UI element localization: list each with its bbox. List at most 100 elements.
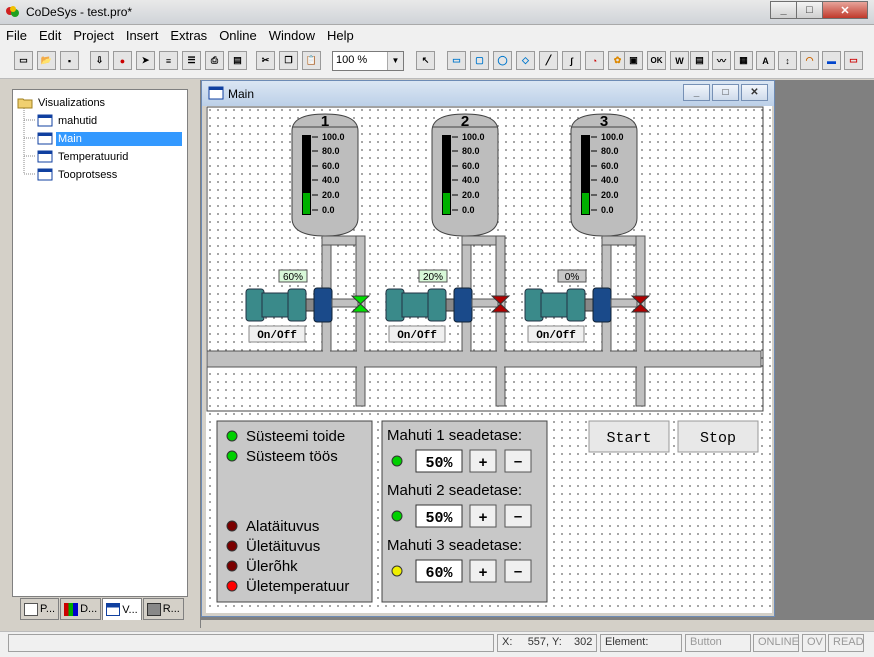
zoom-select[interactable]: 100 % ▼ bbox=[332, 51, 404, 71]
tab-resources[interactable]: R... bbox=[142, 598, 184, 620]
paste-icon[interactable]: 📋 bbox=[302, 51, 321, 70]
polyline-tool-icon[interactable]: ╱ bbox=[539, 51, 558, 70]
tree-item-tooprotsess[interactable]: Tooprotsess bbox=[37, 166, 119, 183]
menu-file[interactable]: File bbox=[0, 28, 33, 43]
menu-edit[interactable]: Edit bbox=[33, 28, 67, 43]
menu-extras[interactable]: Extras bbox=[164, 28, 213, 43]
close-button[interactable]: ✕ bbox=[822, 1, 868, 19]
run-icon[interactable]: ➤ bbox=[136, 51, 155, 70]
alarm-overfill-label: Ületäituvus bbox=[246, 537, 320, 555]
tank-2-scale-40: 40.0 bbox=[462, 175, 480, 185]
menu-window[interactable]: Window bbox=[263, 28, 321, 43]
pump-3[interactable]: 0% On/Off bbox=[524, 269, 638, 343]
tank-1-number: 1 bbox=[321, 113, 329, 130]
cursor-position: X: 557, Y: 302 bbox=[497, 634, 597, 652]
tank-2-number: 2 bbox=[461, 113, 469, 130]
tank-2-scale-20: 20.0 bbox=[462, 190, 480, 200]
login-icon[interactable]: ⇩ bbox=[90, 51, 109, 70]
copy-icon[interactable]: ❐ bbox=[279, 51, 298, 70]
window-title: CoDeSys - test.pro* bbox=[26, 5, 133, 19]
tank-1-scale-80: 80.0 bbox=[322, 146, 340, 156]
polygon-tool-icon[interactable]: ◇ bbox=[516, 51, 535, 70]
visualization-icon bbox=[37, 132, 53, 145]
minimize-button[interactable]: _ bbox=[770, 1, 797, 19]
visualization-icon bbox=[37, 168, 53, 181]
tab-pous[interactable]: P... bbox=[20, 598, 60, 620]
grid-tool-icon[interactable]: ▦ bbox=[734, 51, 753, 70]
new-file-icon[interactable]: ▭ bbox=[14, 51, 33, 70]
trend-tool-icon[interactable]: 〰 bbox=[712, 51, 731, 70]
curve-tool-icon[interactable]: ∫ bbox=[562, 51, 581, 70]
menu-insert[interactable]: Insert bbox=[120, 28, 165, 43]
tank-1-drop-pipe bbox=[355, 235, 366, 407]
cut-icon[interactable]: ✂ bbox=[256, 51, 275, 70]
zoom-value: 100 % bbox=[336, 54, 368, 66]
minus-label: – bbox=[514, 508, 522, 525]
library-icon[interactable]: ▤ bbox=[228, 51, 247, 70]
status-bar: X: 557, Y: 302 Element: Button ONLINE OV… bbox=[0, 631, 874, 657]
histogram-tool-icon[interactable]: ▭ bbox=[844, 51, 863, 70]
pump-3-speed: 0% bbox=[565, 272, 580, 283]
pump-1-onoff-label: On/Off bbox=[257, 330, 297, 342]
pump-1[interactable]: 60% On/Off bbox=[245, 269, 359, 343]
pump-2[interactable]: 20% On/Off bbox=[385, 269, 499, 343]
folder-icon bbox=[17, 96, 33, 109]
child-minimize-button[interactable]: _ bbox=[683, 84, 710, 101]
pie-tool-icon[interactable]: ◔ bbox=[585, 51, 604, 70]
toolbar: ▭ 📂 ▪ ⇩ ● ➤ ≡ ☰ ⎙ ▤ ✂ ❐ 📋 100 % ▼ ↖ ▭ ▢ ◯… bbox=[0, 45, 874, 79]
visualization-tool-icon[interactable]: ▣ bbox=[624, 51, 643, 70]
rounded-rect-tool-icon[interactable]: ▢ bbox=[470, 51, 489, 70]
plus-label: + bbox=[479, 454, 488, 471]
select-arrow-icon[interactable]: ↖ bbox=[416, 51, 435, 70]
visualization-icon bbox=[208, 86, 224, 100]
bar-display-icon[interactable]: ▬ bbox=[822, 51, 841, 70]
menu-project[interactable]: Project bbox=[67, 28, 119, 43]
save-icon[interactable]: ▪ bbox=[60, 51, 79, 70]
y-label: Y: bbox=[551, 636, 562, 648]
setpoint-2-label: Mahuti 2 seadetase: bbox=[387, 482, 522, 499]
stop-button-label: Stop bbox=[700, 430, 736, 447]
plus-label: + bbox=[479, 564, 488, 581]
menu-help[interactable]: Help bbox=[321, 28, 360, 43]
rectangle-tool-icon[interactable]: ▭ bbox=[447, 51, 466, 70]
tank-2-drop-pipe bbox=[495, 235, 506, 407]
menu-online[interactable]: Online bbox=[213, 28, 263, 43]
tab-visualizations[interactable]: V... bbox=[102, 598, 142, 620]
breakpoint-icon[interactable]: ☰ bbox=[182, 51, 201, 70]
pou-icon bbox=[24, 602, 38, 616]
print-icon[interactable]: ⎙ bbox=[205, 51, 224, 70]
maximize-button[interactable]: □ bbox=[796, 1, 823, 19]
tank-3-scale-60: 60.0 bbox=[601, 161, 619, 171]
child-window-title: Main bbox=[228, 87, 255, 101]
meter-tool-icon[interactable]: ◠ bbox=[800, 51, 819, 70]
tank-2-scale-60: 60.0 bbox=[462, 161, 480, 171]
child-maximize-button[interactable]: □ bbox=[712, 84, 739, 101]
button-tool-icon[interactable]: OK bbox=[647, 51, 666, 70]
data-types-icon bbox=[64, 602, 79, 616]
visualization-icon bbox=[37, 114, 53, 127]
tree-root-visualizations[interactable]: Visualizations bbox=[17, 94, 107, 111]
tree-root-label: Visualizations bbox=[38, 96, 106, 109]
ellipse-tool-icon[interactable]: ◯ bbox=[493, 51, 512, 70]
step-icon[interactable]: ≡ bbox=[159, 51, 178, 70]
tab-data-types[interactable]: D... bbox=[60, 598, 102, 620]
horizontal-scrollbar[interactable] bbox=[201, 620, 874, 628]
tree-item-mahutid[interactable]: mahutid bbox=[37, 112, 99, 129]
chevron-down-icon: ▼ bbox=[387, 52, 403, 70]
scrollbar-tool-icon[interactable]: ↕ bbox=[778, 51, 797, 70]
tank-3-scale-100: 100.0 bbox=[601, 132, 624, 142]
tab-label: P... bbox=[40, 603, 56, 615]
open-folder-icon[interactable]: 📂 bbox=[37, 51, 56, 70]
setpoint-1-value: 50% bbox=[425, 455, 453, 472]
child-close-button[interactable]: ✕ bbox=[741, 84, 768, 101]
wmf-tool-icon[interactable]: W bbox=[670, 51, 689, 70]
tree-item-temperatuurid[interactable]: Temperatuurid bbox=[37, 148, 130, 165]
activex-tool-icon[interactable]: A bbox=[756, 51, 775, 70]
process-diagram: 1 100.0 80.0 60.0 40.0 20.0 0.0 2 100.0 … bbox=[206, 106, 764, 603]
main-visualization-window: Main _ □ ✕ 1 100.0 80.0 60.0 40.0 20.0 0… bbox=[201, 80, 775, 617]
tree-item-main[interactable]: Main bbox=[37, 130, 182, 147]
setpoint-3-value: 60% bbox=[425, 565, 453, 582]
stop-icon[interactable]: ● bbox=[113, 51, 132, 70]
table-tool-icon[interactable]: ▤ bbox=[690, 51, 709, 70]
start-button-label: Start bbox=[606, 430, 651, 447]
